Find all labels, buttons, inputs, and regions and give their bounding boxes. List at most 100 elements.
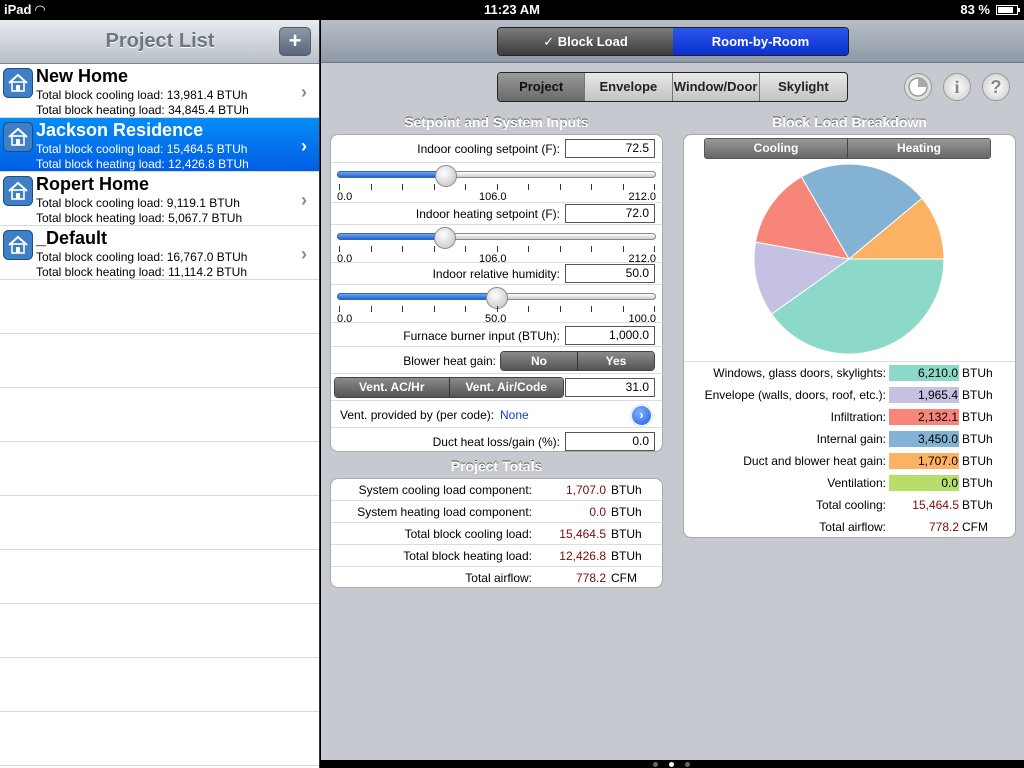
breakdown-label: Total cooling:: [815, 498, 886, 512]
furnace-row: Furnace burner input (BTUh): 1,000.0: [331, 323, 662, 347]
heating-segment[interactable]: Heating: [847, 139, 990, 158]
furnace-label: Furnace burner input (BTUh):: [403, 329, 560, 343]
totals-unit: BTUh: [611, 483, 642, 497]
project-list-item[interactable]: Ropert Home Total block cooling load: 9,1…: [0, 172, 319, 226]
cooling-setpoint-slider[interactable]: [337, 165, 656, 187]
slider-ticks: [339, 246, 655, 252]
heating-setpoint-slider-row: 0.0 106.0 212.0: [331, 225, 662, 265]
breakdown-value: 0.0: [889, 475, 959, 491]
project-cooling-load: Total block cooling load: 13,981.4 BTUh: [36, 88, 248, 102]
project-name: New Home: [36, 66, 129, 86]
heating-setpoint-input[interactable]: 72.0: [565, 204, 655, 223]
page-dot[interactable]: [653, 762, 658, 767]
mode-segmented-control: ✓ Block Load Room-by-Room: [497, 27, 849, 56]
chevron-right-icon: ›: [301, 136, 307, 156]
project-list-item[interactable]: _Default Total block cooling load: 16,767…: [0, 226, 319, 280]
add-project-button[interactable]: +: [279, 27, 311, 56]
pie-chart-icon[interactable]: [904, 73, 932, 101]
project-cooling-load: Total block cooling load: 15,464.5 BTUh: [36, 142, 248, 156]
vent-ac-hr-segment[interactable]: Vent. AC/Hr: [335, 378, 449, 397]
setpoint-section-title: Setpoint and System Inputs: [404, 114, 589, 130]
tab-project[interactable]: Project: [498, 73, 586, 101]
empty-row: [0, 280, 319, 334]
breakdown-row: Ventilation: 0.0 BTUh: [684, 472, 1015, 494]
empty-row: [0, 550, 319, 604]
tab-envelope[interactable]: Envelope: [585, 73, 673, 101]
vent-provided-row[interactable]: Vent. provided by (per code): None ›: [331, 401, 662, 428]
breakdown-value: 15,464.5: [912, 498, 959, 512]
vent-air-code-segment[interactable]: Vent. Air/Code: [448, 378, 563, 397]
blower-yes-button[interactable]: Yes: [577, 352, 654, 370]
totals-section-title: Project Totals: [450, 458, 543, 474]
empty-row: [0, 388, 319, 442]
slider-max-label: 212.0: [628, 191, 656, 203]
chevron-right-icon: ›: [301, 244, 307, 264]
duct-input[interactable]: 0.0: [565, 432, 655, 451]
empty-row: [0, 712, 319, 766]
totals-row: System cooling load component: 1,707.0 BTU…: [331, 479, 662, 501]
breakdown-unit: BTUh: [962, 388, 993, 402]
chevron-right-icon[interactable]: ›: [631, 405, 652, 426]
page-dot[interactable]: [685, 762, 690, 767]
furnace-input[interactable]: 1,000.0: [565, 326, 655, 345]
battery-icon: [996, 4, 1020, 15]
totals-value: 15,464.5: [559, 527, 606, 541]
totals-unit: CFM: [611, 571, 637, 585]
block-load-segment[interactable]: ✓ Block Load: [498, 28, 673, 55]
setpoint-panel: Indoor cooling setpoint (F): 72.5 0.0 10…: [330, 134, 663, 452]
house-icon: [3, 230, 33, 260]
project-cooling-load: Total block cooling load: 9,119.1 BTUh: [36, 196, 240, 210]
house-icon: [3, 122, 33, 152]
blower-no-button[interactable]: No: [501, 352, 577, 370]
empty-row: [0, 442, 319, 496]
project-heating-load: Total block heating load: 11,114.2 BTUh: [36, 265, 248, 279]
humidity-input[interactable]: 50.0: [565, 264, 655, 283]
tab-skylight[interactable]: Skylight: [760, 73, 847, 101]
breakdown-value: 778.2: [928, 520, 959, 534]
info-icon[interactable]: i: [943, 73, 971, 101]
breakdown-value: 2,132.1: [889, 409, 959, 425]
project-list-item[interactable]: New Home Total block cooling load: 13,981…: [0, 64, 319, 118]
mode-toolbar: ✓ Block Load Room-by-Room: [321, 20, 1024, 63]
cooling-setpoint-slider-row: 0.0 106.0 212.0: [331, 163, 662, 203]
totals-row: Total airflow: 778.2 CFM: [331, 567, 662, 587]
cooling-setpoint-input[interactable]: 72.5: [565, 139, 655, 158]
totals-label: Total block heating load:: [403, 549, 532, 563]
breakdown-value: 1,707.0: [889, 453, 959, 469]
totals-label: Total airflow:: [465, 571, 532, 585]
breakdown-row: Internal gain: 3,450.0 BTUh: [684, 428, 1015, 450]
vent-provided-label: Vent. provided by (per code):: [340, 408, 495, 422]
section-toolbar: Project Envelope Window/Door Skylight i …: [321, 64, 1024, 110]
breakdown-label: Total airflow:: [819, 520, 886, 534]
humidity-row: Indoor relative humidity: 50.0: [331, 263, 662, 285]
breakdown-value: 1,965.4: [889, 387, 959, 403]
page-dot[interactable]: [669, 762, 674, 767]
breakdown-segmented-control: Cooling Heating: [704, 138, 991, 159]
project-name: Ropert Home: [36, 174, 150, 194]
house-icon: [3, 68, 33, 98]
project-heating-load: Total block heating load: 34,845.4 BTUh: [36, 103, 249, 117]
room-by-room-segment[interactable]: Room-by-Room: [673, 28, 848, 55]
heating-setpoint-slider[interactable]: [337, 227, 656, 249]
breakdown-row: Infiltration: 2,132.1 BTUh: [684, 406, 1015, 428]
chevron-right-icon: ›: [301, 82, 307, 102]
tab-window-door[interactable]: Window/Door: [673, 73, 760, 101]
vent-value-input[interactable]: 31.0: [565, 378, 655, 397]
totals-unit: BTUh: [611, 527, 642, 541]
totals-value: 778.2: [575, 571, 606, 585]
breakdown-unit: BTUh: [962, 454, 993, 468]
cooling-segment[interactable]: Cooling: [705, 139, 847, 158]
project-name: Jackson Residence: [36, 120, 204, 140]
project-list-item[interactable]: Jackson Residence Total block cooling loa…: [0, 118, 319, 172]
total-airflow-row: Total airflow: 778.2 CFM: [684, 516, 1015, 537]
main-content: ✓ Block Load Room-by-Room Project Envelo…: [321, 20, 1024, 760]
page-indicator: [321, 760, 1024, 768]
breakdown-label: Windows, glass doors, skylights:: [713, 366, 886, 380]
slider-ticks: [339, 306, 655, 312]
humidity-slider[interactable]: [337, 287, 656, 309]
empty-row: [0, 604, 319, 658]
totals-unit: BTUh: [611, 549, 642, 563]
breakdown-section-title: Block Load Breakdown: [772, 114, 927, 130]
empty-row: [0, 334, 319, 388]
help-icon[interactable]: ?: [982, 73, 1010, 101]
